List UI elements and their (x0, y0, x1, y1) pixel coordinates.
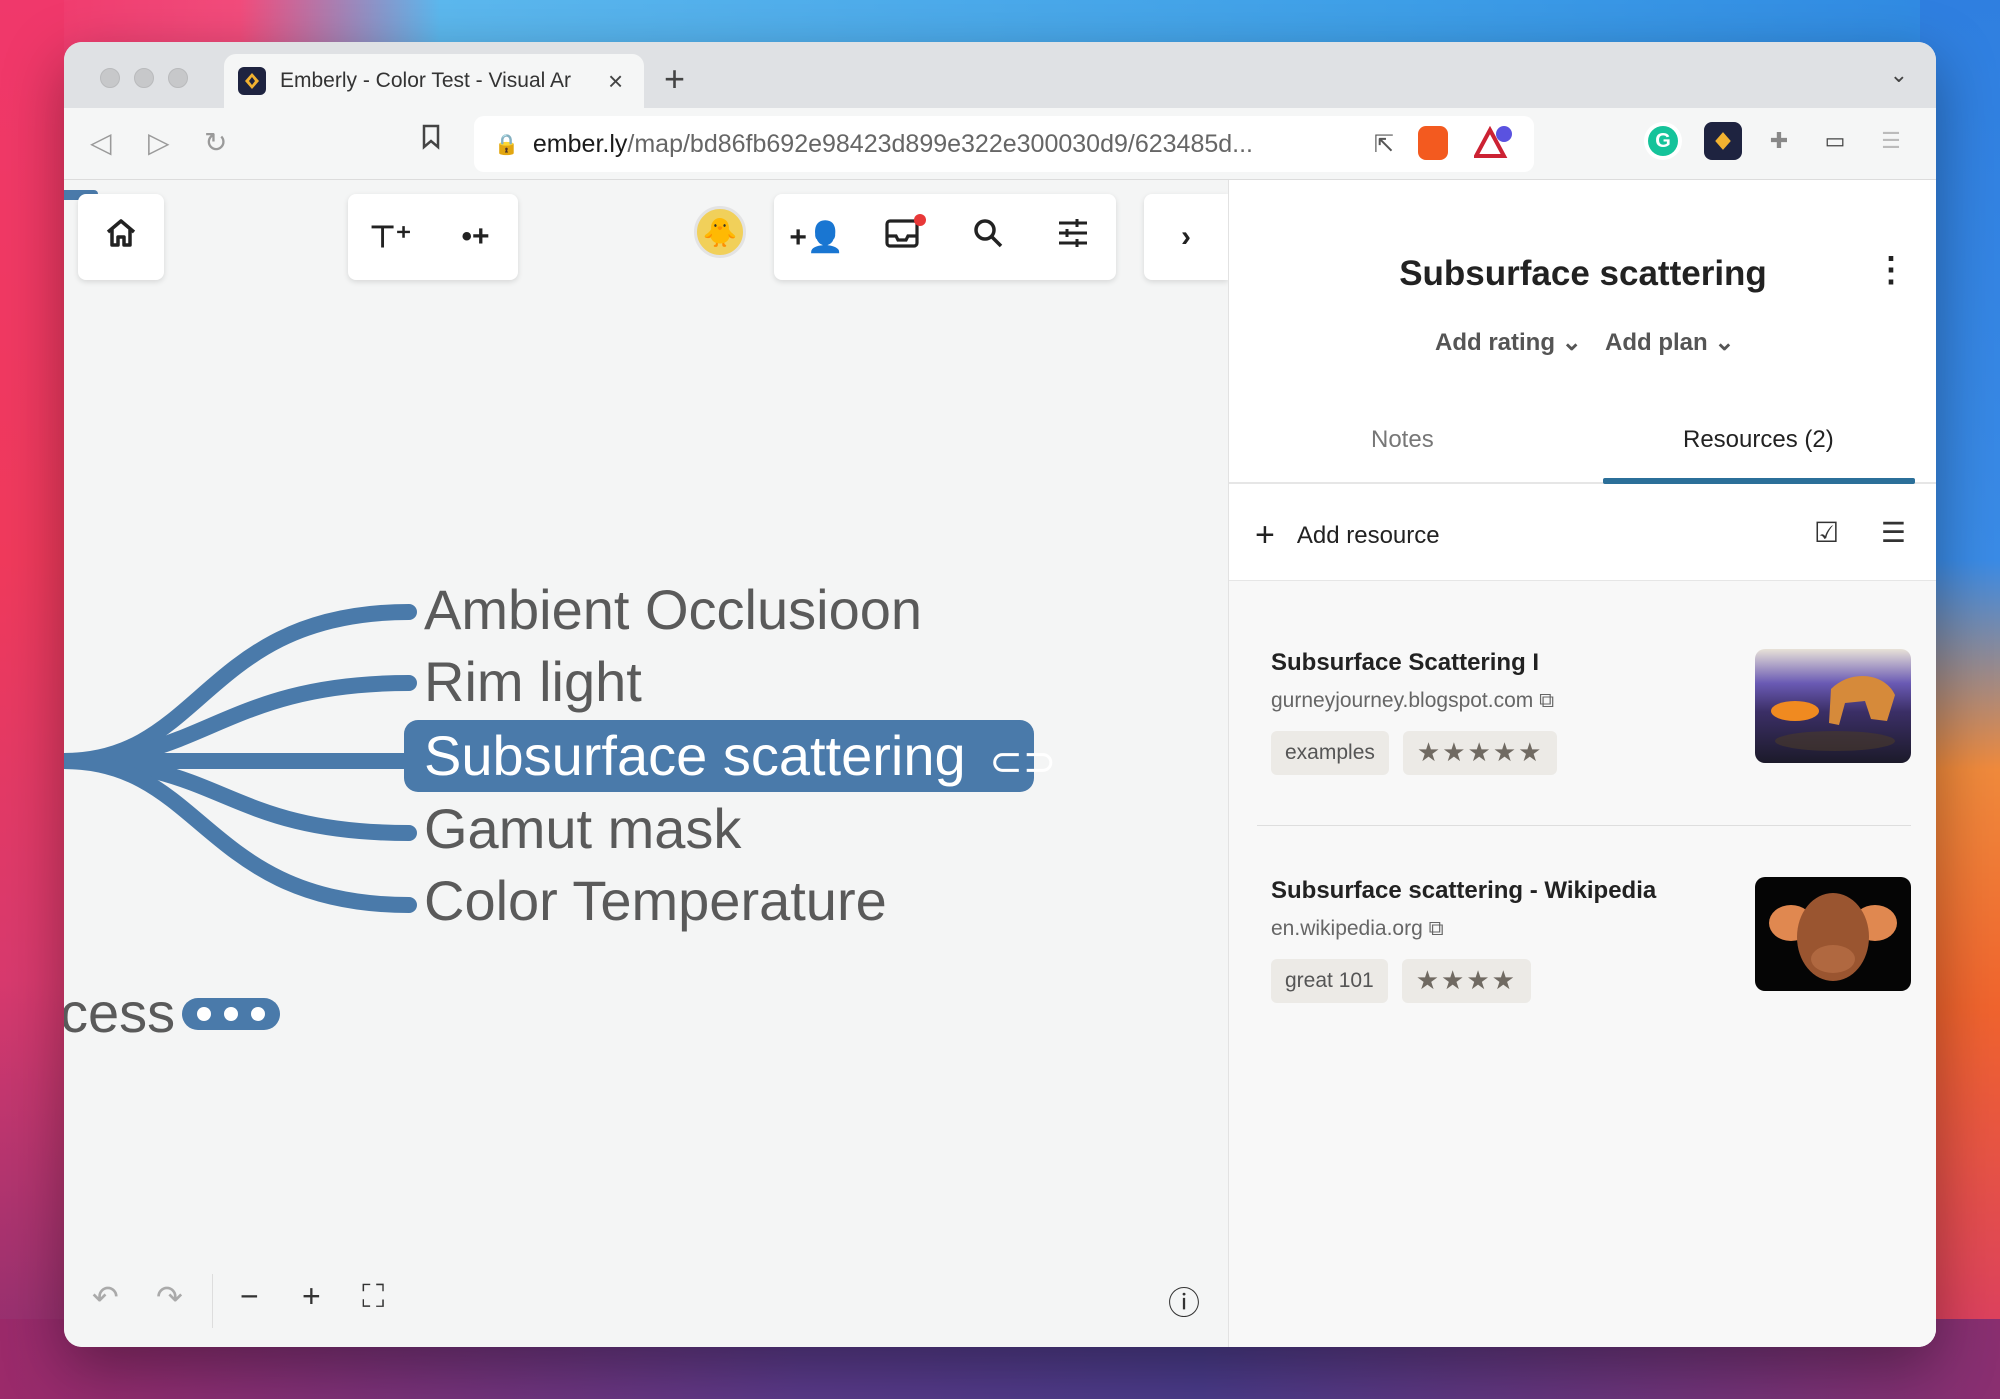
external-link-icon: ⧉ (1539, 689, 1555, 712)
paperclip-icon: ⊂⊃ (989, 740, 1057, 784)
minimize-window-button[interactable] (134, 68, 154, 88)
url-text: ember.ly/map/bd86fb692e98423d899e322e300… (532, 129, 1253, 158)
resource-list: Subsurface Scattering I gurneyjourney.bl… (1229, 580, 1936, 1347)
grammarly-icon[interactable]: G (1644, 122, 1682, 160)
desktop-background-left (0, 0, 64, 1399)
mindmap-node[interactable]: Color Temperature (424, 868, 887, 933)
forward-icon[interactable]: ▷ (148, 126, 170, 159)
resource-thumbnail[interactable] (1755, 649, 1911, 763)
add-resource-label: Add resource (1296, 521, 1440, 549)
add-plan-dropdown[interactable]: Add plan ⌄ (1605, 328, 1734, 357)
brave-shield-icon[interactable] (1418, 126, 1448, 160)
panel-tabs: Notes Resources (2) (1229, 400, 1936, 484)
mindmap-node[interactable]: Ambient Occlusioon (424, 577, 922, 642)
plus-icon: + (1255, 516, 1275, 554)
add-plan-label: Add plan (1605, 329, 1708, 356)
dot-icon (251, 1007, 266, 1021)
mindmap-node-selected[interactable]: Subsurface scattering ⊂⊃ (404, 720, 1056, 792)
divider (212, 1274, 213, 1328)
resource-tag[interactable]: great 101 (1271, 959, 1388, 1003)
more-children-button[interactable] (182, 998, 280, 1030)
fit-to-screen-icon[interactable]: ⛶ (362, 1278, 384, 1316)
lock-icon: 🔒 (494, 133, 519, 156)
share-icon[interactable]: ⇱ (1374, 130, 1394, 159)
help-icon[interactable]: ⓘ (1168, 1278, 1200, 1324)
browser-toolbar: ◁ ▷ ↻ 🔒 ember.ly/map/bd86fb692e98423d899… (64, 108, 1936, 180)
divider (1257, 825, 1911, 826)
extensions-puzzle-icon[interactable]: ✚ (1760, 122, 1798, 160)
external-link-icon: ⧉ (1428, 917, 1444, 940)
add-rating-label: Add rating (1435, 329, 1555, 356)
panel-title: Subsurface scattering (1399, 254, 1767, 293)
filter-icon[interactable]: ☰ (1881, 517, 1906, 548)
branch-rim (64, 675, 417, 769)
tab-title: Emberly - Color Test - Visual Ar (280, 69, 571, 92)
browser-window: Emberly - Color Test - Visual Ar × + ⌄ ◁… (64, 42, 1936, 1347)
undo-icon[interactable]: ↶ (92, 1278, 119, 1316)
browser-tab[interactable]: Emberly - Color Test - Visual Ar × (224, 54, 644, 108)
resource-panel: Subsurface scattering ⋮ Add rating ⌄ Add… (1228, 180, 1936, 1347)
wallet-icon[interactable]: ▭ (1816, 122, 1854, 160)
mindmap-node[interactable]: Rim light (424, 649, 642, 714)
zoom-out-icon[interactable]: − (240, 1278, 259, 1315)
close-window-button[interactable] (100, 68, 120, 88)
star-rating[interactable]: ★★★★★ (1402, 731, 1558, 775)
mindmap-node-partial[interactable]: cess (64, 980, 175, 1045)
new-tab-button[interactable]: + (664, 58, 685, 100)
tab-close-icon[interactable]: × (608, 66, 623, 97)
mindmap-canvas[interactable]: ⊤⁺ •+ 🐥 +👤 › Ambient Occlusioon Rim ligh… (64, 180, 1228, 1347)
add-rating-dropdown[interactable]: Add rating ⌄ (1435, 328, 1582, 357)
emberly-extension-icon[interactable] (1704, 122, 1742, 160)
emberly-favicon-icon (238, 67, 266, 95)
tab-resources[interactable]: Resources (2) (1683, 426, 1834, 454)
back-icon[interactable]: ◁ (90, 126, 112, 159)
selected-node-label: Subsurface scattering (424, 724, 966, 787)
star-rating[interactable]: ★★★★ (1401, 959, 1531, 1003)
bookmark-icon[interactable] (421, 124, 441, 157)
menu-icon[interactable]: ☰ (1872, 122, 1910, 160)
zoom-window-button[interactable] (168, 68, 188, 88)
resource-thumbnail[interactable] (1755, 877, 1911, 991)
brave-rewards-icon[interactable] (1472, 125, 1512, 160)
resource-item[interactable]: Subsurface Scattering I gurneyjourney.bl… (1271, 649, 1911, 775)
redo-icon[interactable]: ↷ (156, 1278, 183, 1316)
tab-notes[interactable]: Notes (1371, 426, 1434, 454)
address-bar[interactable]: 🔒 ember.ly/map/bd86fb692e98423d899e322e3… (474, 116, 1534, 172)
tab-list-chevron-icon[interactable]: ⌄ (1890, 62, 1908, 88)
tab-bar: Emberly - Color Test - Visual Ar × + ⌄ (64, 42, 1936, 108)
checkbox-select-icon[interactable]: ☑ (1814, 517, 1839, 548)
chevron-down-icon: ⌄ (1561, 329, 1582, 356)
resource-item[interactable]: Subsurface scattering - Wikipedia en.wik… (1271, 877, 1911, 1003)
list-tools: ☑ ☰ (1814, 516, 1906, 549)
add-resource-button[interactable]: + Add resource (1255, 516, 1440, 555)
dot-icon (196, 1007, 211, 1021)
mindmap-node[interactable]: Gamut mask (424, 796, 741, 861)
more-options-icon[interactable]: ⋮ (1874, 250, 1908, 290)
resource-tag[interactable]: examples (1271, 731, 1389, 775)
active-tab-indicator (1603, 478, 1915, 484)
chevron-down-icon: ⌄ (1714, 329, 1735, 356)
reload-icon[interactable]: ↻ (204, 126, 227, 159)
dot-icon (223, 1007, 238, 1021)
zoom-in-icon[interactable]: + (302, 1278, 321, 1315)
